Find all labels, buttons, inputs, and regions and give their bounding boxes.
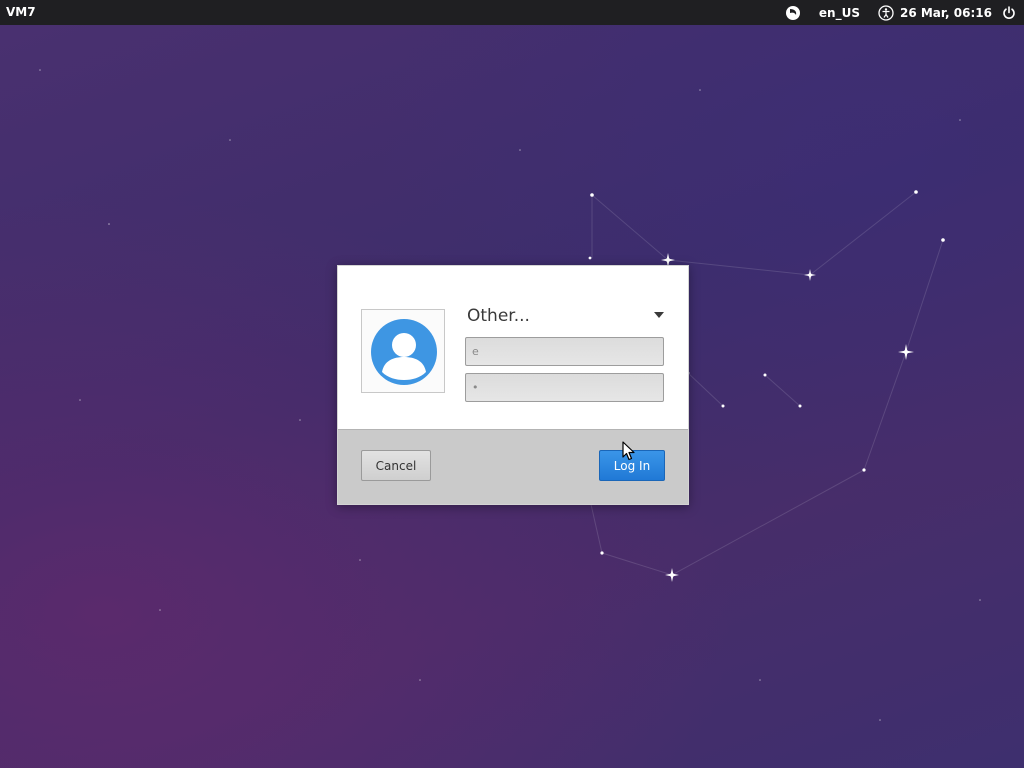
panel-indicators: en_US 26 Mar, 06:16 bbox=[785, 0, 1016, 25]
password-field[interactable] bbox=[465, 373, 664, 402]
clock[interactable]: 26 Mar, 06:16 bbox=[900, 0, 992, 25]
session-icon[interactable] bbox=[785, 0, 801, 25]
top-panel: VM7 en_US 26 Mar, 06:16 bbox=[0, 0, 1024, 25]
user-selector[interactable]: Other... bbox=[466, 304, 664, 330]
dropdown-arrow-icon[interactable] bbox=[654, 312, 664, 318]
host-name: VM7 bbox=[6, 5, 36, 19]
selected-user: Other... bbox=[467, 306, 530, 326]
user-avatar-icon bbox=[371, 319, 437, 385]
avatar bbox=[361, 309, 445, 393]
cancel-button[interactable]: Cancel bbox=[361, 450, 431, 481]
power-icon[interactable] bbox=[1002, 0, 1016, 25]
username-field[interactable] bbox=[465, 337, 664, 366]
login-body: Other... bbox=[338, 266, 688, 429]
login-dialog: Other... Cancel Log In bbox=[337, 265, 689, 505]
mouse-cursor-icon bbox=[622, 441, 635, 461]
language-indicator[interactable]: en_US bbox=[819, 0, 860, 25]
accessibility-icon[interactable] bbox=[878, 0, 894, 25]
